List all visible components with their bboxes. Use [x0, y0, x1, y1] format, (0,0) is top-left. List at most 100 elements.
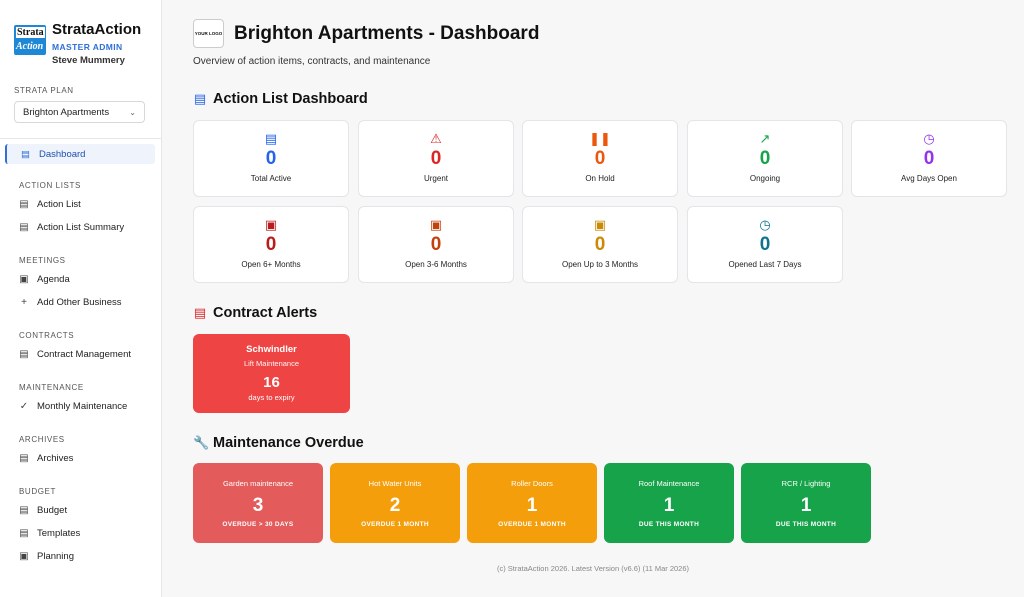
strata-plan-value: Brighton Apartments — [23, 106, 110, 118]
section-heading: Action List Dashboard — [213, 91, 368, 107]
section-archives: ARCHIVES — [19, 435, 65, 444]
stat-card-ongoing[interactable]: ↗ 0 Ongoing — [687, 120, 843, 197]
stat-card-avg-days-open[interactable]: ◷ 0 Avg Days Open — [851, 120, 1007, 197]
sidebar-item-dashboard[interactable]: ▤ Dashboard — [5, 144, 155, 164]
wrench-icon: 🔧 — [193, 435, 210, 450]
stat-card-on-hold[interactable]: ❚❚ 0 On Hold — [522, 120, 678, 197]
brand-name: StrataAction — [52, 21, 142, 38]
sidebar-item-agenda[interactable]: ▣ Agenda — [0, 268, 161, 291]
section-heading: Maintenance Overdue — [213, 435, 364, 451]
stat-card-open-6-months[interactable]: ▣ 0 Open 6+ Months — [193, 206, 349, 283]
maintenance-status: OVERDUE > 30 DAYS — [222, 521, 294, 528]
stat-value: 0 — [594, 148, 606, 169]
sidebar-item-label: Agenda — [37, 274, 70, 285]
maintenance-name: Roller Doors — [511, 479, 553, 488]
strata-plan-select[interactable]: Brighton Apartments ⌄ — [14, 101, 145, 123]
stat-label: On Hold — [585, 174, 615, 183]
maintenance-card-garden[interactable]: Garden maintenance 3 OVERDUE > 30 DAYS — [193, 463, 323, 543]
archive-icon: ▤ — [19, 453, 29, 464]
brand-logo-text-top: Strata — [16, 27, 45, 38]
stat-value: 0 — [923, 148, 935, 169]
sidebar-item-action-list-summary[interactable]: ▤ Action List Summary — [0, 216, 161, 239]
stat-card-open-3-6-months[interactable]: ▣ 0 Open 3-6 Months — [358, 206, 514, 283]
sidebar-item-budget[interactable]: ▤ Budget — [0, 499, 161, 522]
sidebar-divider — [0, 138, 161, 139]
template-icon: ▤ — [19, 528, 29, 539]
clipboard-icon: ▤ — [19, 222, 29, 233]
stat-value: 0 — [265, 234, 277, 255]
strata-plan-label: STRATA PLAN — [14, 86, 74, 95]
clipboard-icon: ▤ — [264, 131, 278, 146]
days-to-expiry-label: days to expiry — [248, 393, 295, 402]
sidebar-item-label: Budget — [37, 505, 68, 516]
stat-card-opened-last-7-days[interactable]: ◷ 0 Opened Last 7 Days — [687, 206, 843, 283]
sidebar-item-label: Action List — [37, 199, 81, 210]
page-subtitle: Overview of action items, contracts, and… — [193, 56, 431, 67]
wrench-icon: ✓ — [19, 401, 29, 412]
calendar-icon: ▣ — [264, 217, 278, 232]
sidebar-item-contract-management[interactable]: ▤ Contract Management — [0, 343, 161, 366]
maintenance-card-rcr-lighting[interactable]: RCR / Lighting 1 DUE THIS MONTH — [741, 463, 871, 543]
stat-label: Total Active — [250, 174, 292, 183]
stat-value: 0 — [594, 234, 606, 255]
stat-value: 0 — [759, 234, 771, 255]
contractor-name: Schwindler — [246, 344, 297, 355]
maintenance-card-roof[interactable]: Roof Maintenance 1 DUE THIS MONTH — [604, 463, 734, 543]
clock-icon: ◷ — [759, 217, 771, 232]
maintenance-card-roller-doors[interactable]: Roller Doors 1 OVERDUE 1 MONTH — [467, 463, 597, 543]
sidebar-item-templates[interactable]: ▤ Templates — [0, 522, 161, 545]
contract-alert-card[interactable]: Schwindler Lift Maintenance 16 days to e… — [193, 334, 350, 413]
contract-type: Lift Maintenance — [243, 359, 300, 368]
maintenance-card-hot-water[interactable]: Hot Water Units 2 OVERDUE 1 MONTH — [330, 463, 460, 543]
sidebar-item-monthly-maintenance[interactable]: ✓ Monthly Maintenance — [0, 395, 161, 418]
section-contracts: CONTRACTS — [19, 331, 75, 340]
maintenance-count: 2 — [389, 495, 401, 516]
action-dashboard-title: ▤ Action List Dashboard — [193, 91, 368, 107]
sidebar-item-label: Monthly Maintenance — [37, 401, 128, 412]
footer-text: (c) StrataAction 2026. Latest Version (v… — [496, 564, 690, 573]
stat-label: Open 6+ Months — [241, 260, 301, 269]
sidebar-item-label: Templates — [37, 528, 81, 539]
section-meetings: MEETINGS — [19, 256, 66, 265]
page-header: YOUR LOGO Brighton Apartments - Dashboar… — [193, 19, 539, 48]
sidebar-item-archives[interactable]: ▤ Archives — [0, 447, 161, 470]
stat-card-open-up-to-3-months[interactable]: ▣ 0 Open Up to 3 Months — [522, 206, 678, 283]
sidebar-item-label: Planning — [37, 551, 74, 562]
sidebar-item-add-other-business[interactable]: + Add Other Business — [0, 291, 161, 314]
maintenance-status: OVERDUE 1 MONTH — [498, 521, 566, 528]
dashboard-icon: ▤ — [21, 148, 30, 160]
stat-value: 0 — [265, 148, 277, 169]
maintenance-status: OVERDUE 1 MONTH — [361, 521, 429, 528]
maintenance-status: DUE THIS MONTH — [775, 521, 837, 528]
section-heading: Contract Alerts — [213, 305, 318, 321]
sidebar: Strata Action StrataAction MASTER ADMIN … — [0, 0, 162, 597]
main-content: YOUR LOGO Brighton Apartments - Dashboar… — [162, 0, 1024, 597]
plus-icon: + — [21, 297, 27, 308]
maintenance-overdue-title: 🔧 Maintenance Overdue — [193, 435, 364, 451]
maintenance-count: 1 — [663, 495, 675, 516]
stat-label: Open Up to 3 Months — [561, 260, 639, 269]
maintenance-status: DUE THIS MONTH — [638, 521, 700, 528]
brand: Strata Action StrataAction MASTER ADMIN … — [0, 0, 161, 76]
sidebar-item-planning[interactable]: ▣ Planning — [0, 545, 161, 568]
stat-label: Ongoing — [749, 174, 781, 183]
budget-icon: ▤ — [19, 505, 29, 516]
alert-triangle-icon: ⚠ — [430, 131, 442, 146]
stat-value: 0 — [430, 148, 442, 169]
maintenance-name: Hot Water Units — [368, 479, 422, 488]
document-icon: ▤ — [193, 305, 207, 320]
clock-icon: ◷ — [923, 131, 935, 146]
sidebar-item-label: Action List Summary — [37, 222, 125, 233]
brand-logo[interactable]: Strata Action — [14, 25, 46, 55]
chevron-down-icon: ⌄ — [129, 107, 136, 117]
sidebar-item-action-list[interactable]: ▤ Action List — [0, 193, 161, 216]
stat-card-total-active[interactable]: ▤ 0 Total Active — [193, 120, 349, 197]
stat-value: 0 — [430, 234, 442, 255]
user-role: MASTER ADMIN — [52, 42, 123, 52]
trending-up-icon: ↗ — [759, 131, 771, 146]
stat-card-urgent[interactable]: ⚠ 0 Urgent — [358, 120, 514, 197]
maintenance-name: Garden maintenance — [222, 479, 294, 488]
maintenance-name: Roof Maintenance — [638, 479, 700, 488]
user-name: Steve Mummery — [52, 55, 125, 66]
maintenance-count: 1 — [526, 495, 538, 516]
